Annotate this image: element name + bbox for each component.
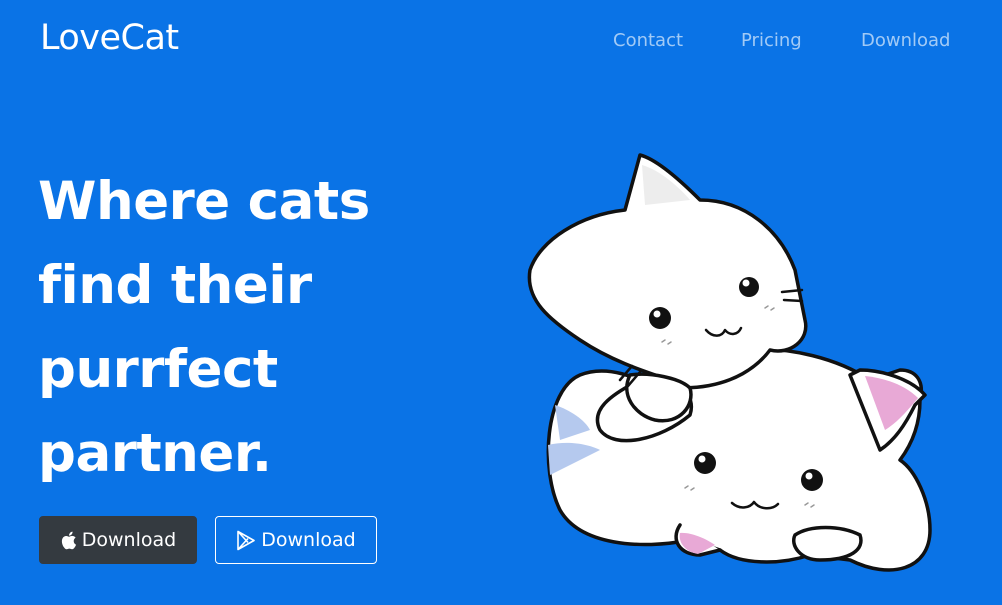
headline-line-2: find their <box>38 255 312 316</box>
app-store-download-button[interactable]: Download <box>39 516 197 564</box>
google-play-button-label: Download <box>261 529 356 551</box>
headline-line-3: purrfect <box>38 339 278 400</box>
nav-link-download[interactable]: Download <box>861 30 950 51</box>
nav-link-contact[interactable]: Contact <box>613 30 683 51</box>
top-nav: Contact Pricing Download <box>0 30 1002 56</box>
google-play-download-button[interactable]: Download <box>215 516 377 564</box>
google-play-icon <box>236 530 256 551</box>
app-store-button-label: Download <box>81 529 177 551</box>
cat-illustration <box>527 153 932 572</box>
nav-link-pricing[interactable]: Pricing <box>741 30 802 51</box>
apple-icon <box>60 531 77 550</box>
hero-headline: Where cats find their purrfect partner. <box>38 160 458 496</box>
headline-line-1: Where cats <box>38 171 370 232</box>
headline-line-4: partner. <box>38 423 272 484</box>
